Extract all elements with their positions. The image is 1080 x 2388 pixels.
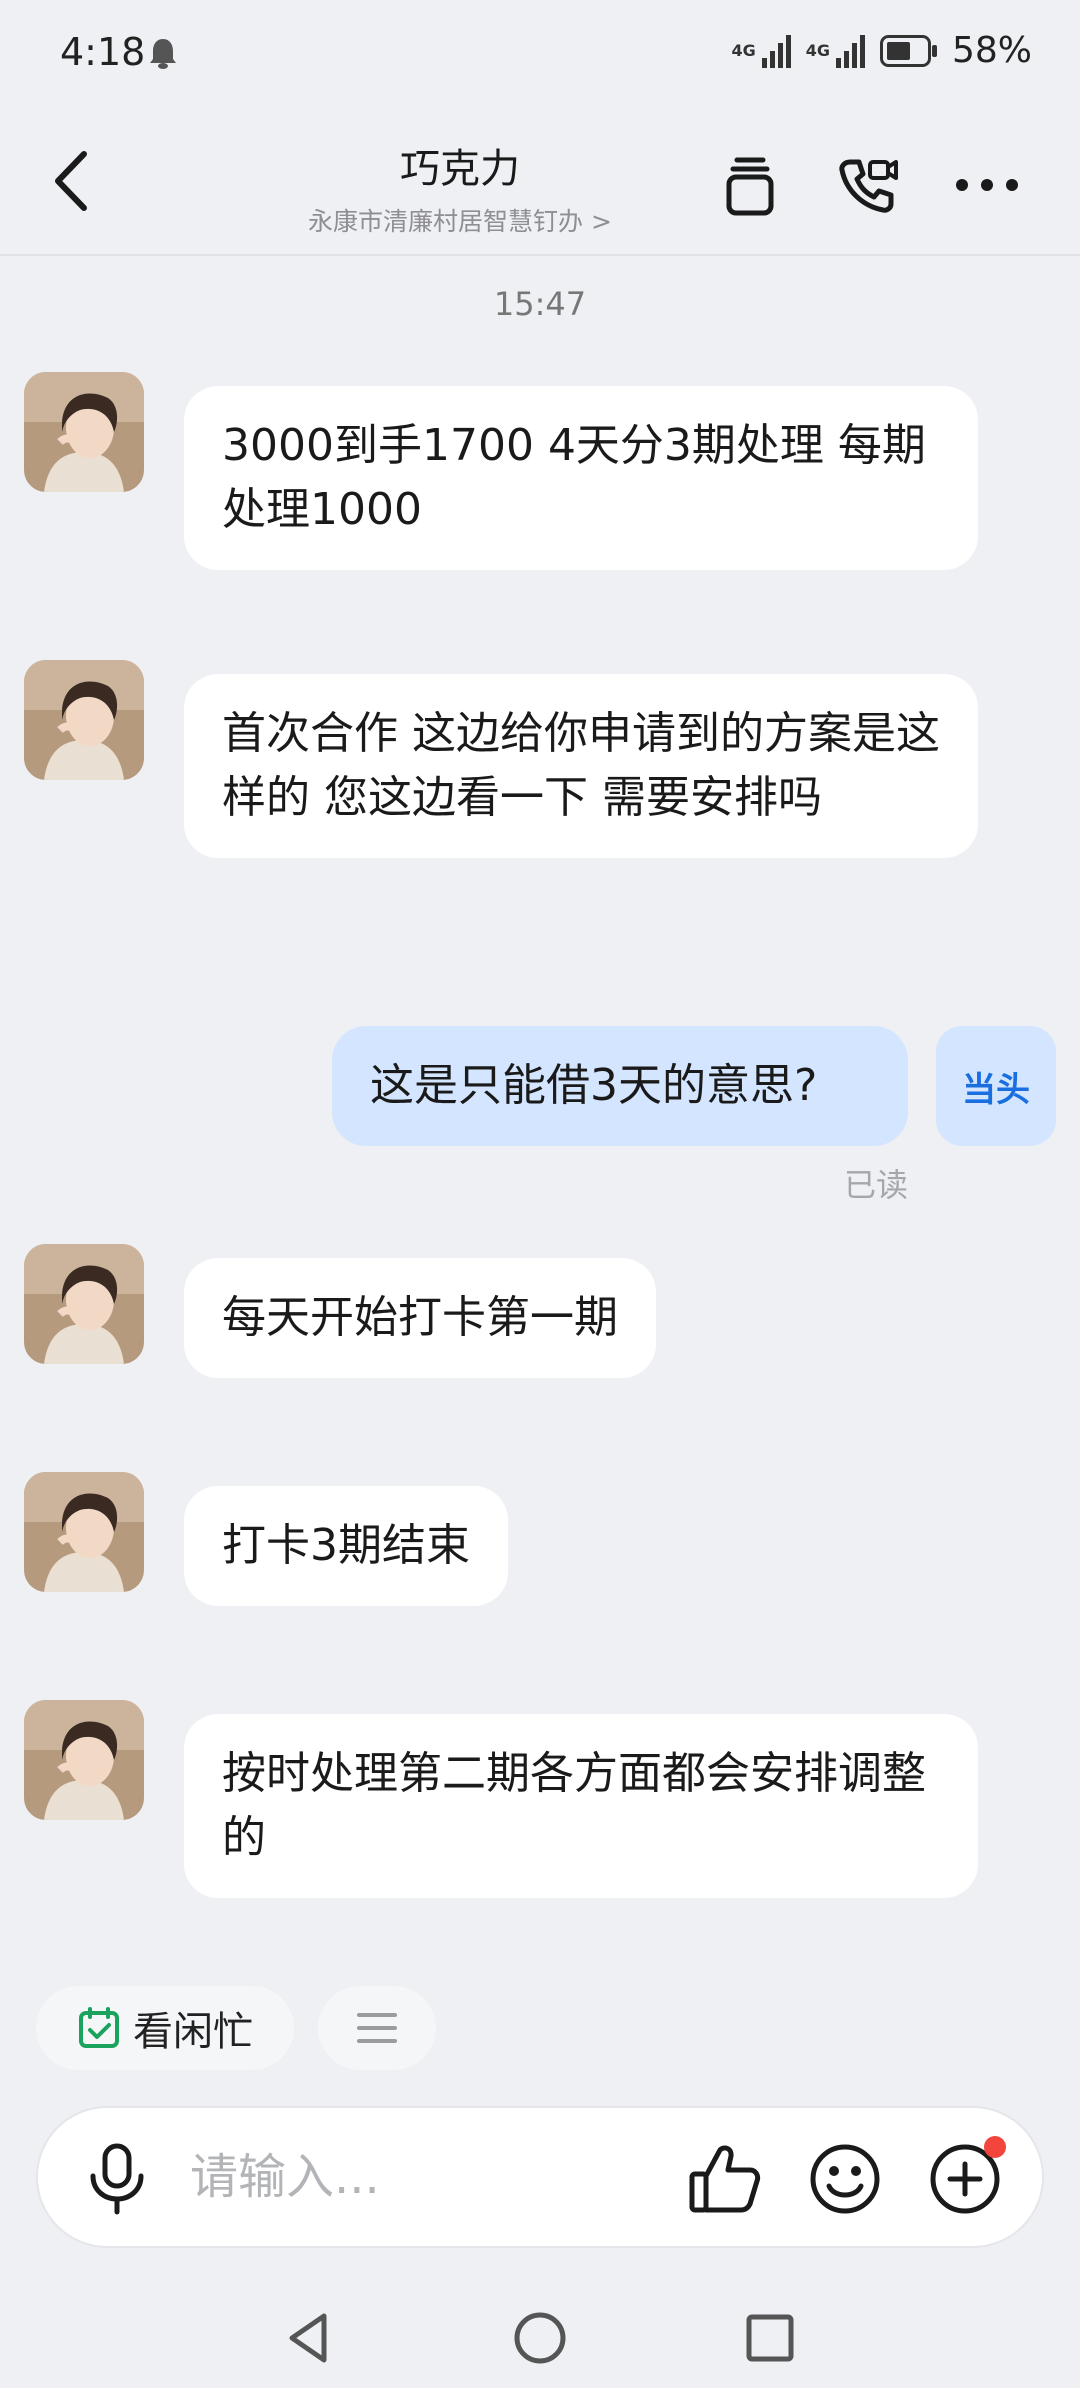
signal-icon bbox=[761, 34, 791, 68]
thumbs-up-icon[interactable] bbox=[686, 2140, 764, 2218]
message-bubble[interactable]: 按时处理第二期各方面都会安排调整的 bbox=[184, 1714, 978, 1898]
status-indicators: 4G 4G 58% bbox=[731, 30, 1032, 71]
chat-subtitle: 永康市清廉村居智慧钉办 bbox=[308, 207, 584, 236]
contact-avatar[interactable] bbox=[24, 372, 144, 492]
notification-bell-icon bbox=[150, 39, 176, 69]
message-input[interactable] bbox=[188, 2146, 692, 2208]
network-type-1: 4G bbox=[731, 40, 756, 60]
more-dots-icon[interactable] bbox=[952, 150, 1022, 220]
chat-title-block[interactable]: 巧克力 永康市清廉村居智慧钉办 > bbox=[240, 136, 680, 238]
read-status: 已读 bbox=[843, 1166, 908, 1204]
battery-icon bbox=[879, 34, 937, 67]
message-timestamp: 15:47 bbox=[493, 285, 587, 323]
contact-avatar[interactable] bbox=[24, 1472, 144, 1592]
contact-avatar[interactable] bbox=[24, 1244, 144, 1364]
availability-label: 看闲忙 bbox=[133, 2009, 253, 2055]
nav-recents-icon[interactable] bbox=[740, 2308, 800, 2368]
microphone-icon[interactable] bbox=[78, 2140, 156, 2218]
my-avatar[interactable]: 当头 bbox=[936, 1026, 1056, 1146]
network-type-2: 4G bbox=[805, 40, 830, 60]
calendar-check-icon bbox=[79, 2007, 119, 2048]
battery-percentage: 58% bbox=[951, 30, 1032, 71]
system-nav-bar bbox=[0, 2290, 1080, 2388]
smiley-icon[interactable] bbox=[806, 2140, 884, 2218]
message-bubble[interactable]: 首次合作 这边给你申请到的方案是这样的 您这边看一下 需要安排吗 bbox=[184, 674, 978, 858]
status-time: 4:18 bbox=[60, 30, 146, 74]
message-input-bar bbox=[36, 2106, 1044, 2248]
signal-icon bbox=[835, 34, 865, 68]
status-bar: 4:18 4G 4G 58% bbox=[0, 0, 1080, 108]
nav-back-icon[interactable] bbox=[280, 2308, 340, 2368]
back-chevron-icon[interactable] bbox=[44, 146, 104, 216]
phone-video-icon[interactable] bbox=[832, 150, 902, 220]
message-bubble-mine[interactable]: 这是只能借3天的意思? bbox=[332, 1026, 908, 1146]
quick-menu-button[interactable] bbox=[318, 1986, 436, 2070]
menu-lines-icon bbox=[357, 2013, 397, 2043]
contact-avatar[interactable] bbox=[24, 1700, 144, 1820]
chat-screen: 4:18 4G 4G 58% 巧克力 永康市清廉村居智慧钉办 > 15:47 3… bbox=[0, 0, 1080, 2388]
contact-avatar[interactable] bbox=[24, 660, 144, 780]
availability-button[interactable]: 看闲忙 bbox=[36, 1986, 294, 2070]
message-bubble[interactable]: 每天开始打卡第一期 bbox=[184, 1258, 656, 1378]
cards-icon[interactable] bbox=[715, 150, 785, 220]
chat-title: 巧克力 bbox=[400, 146, 520, 192]
chat-header: 巧克力 永康市清廉村居智慧钉办 > bbox=[0, 108, 1080, 256]
nav-home-icon[interactable] bbox=[510, 2308, 570, 2368]
message-bubble[interactable]: 3000到手1700 4天分3期处理 每期处理1000 bbox=[184, 386, 978, 570]
message-bubble[interactable]: 打卡3期结束 bbox=[184, 1486, 508, 1606]
subtitle-chevron-icon: > bbox=[591, 207, 612, 236]
notification-dot bbox=[984, 2136, 1006, 2158]
